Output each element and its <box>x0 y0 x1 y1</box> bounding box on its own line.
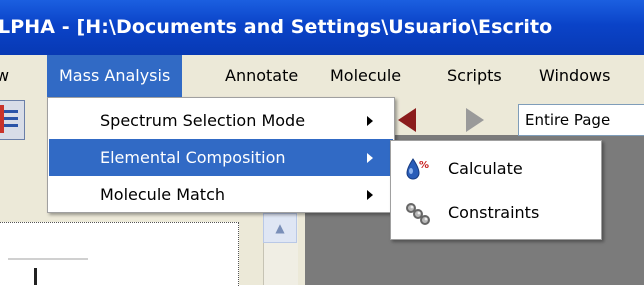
menu-bar: w Mass Analysis Annotate Molecule Script… <box>0 55 644 97</box>
menu-item-label: Elemental Composition <box>100 148 286 167</box>
elemental-composition-submenu: % Calculate Constraints <box>390 140 602 240</box>
menu-mass-analysis[interactable]: Mass Analysis <box>47 55 183 97</box>
submenu-arrow-icon <box>367 190 373 200</box>
menu-item-label: Molecule Match <box>100 185 226 204</box>
submenu-arrow-icon <box>367 153 373 163</box>
menu-view[interactable]: w <box>0 55 9 97</box>
constraints-icon <box>406 203 430 225</box>
menu-molecule[interactable]: Molecule <box>330 55 401 97</box>
mass-analysis-dropdown: Spectrum Selection Mode Elemental Compos… <box>47 97 395 213</box>
submenu-item-constraints[interactable]: Constraints <box>392 192 600 234</box>
submenu-arrow-icon <box>367 116 373 126</box>
undo-icon[interactable] <box>398 108 416 132</box>
menu-item-label: Spectrum Selection Mode <box>100 111 306 130</box>
menu-scripts[interactable]: Scripts <box>447 55 502 97</box>
document-toolbar-icon[interactable] <box>0 100 25 140</box>
menu-item-elemental-composition[interactable]: Elemental Composition <box>49 139 393 176</box>
window-title: LPHA - [H:\Documents and Settings\Usuari… <box>0 16 553 38</box>
menu-annotate[interactable]: Annotate <box>225 55 298 97</box>
spectrum-peak-mark <box>34 268 37 285</box>
submenu-item-label: Calculate <box>448 159 523 178</box>
spectrum-thumbnail-line <box>8 258 88 260</box>
calculate-icon: % <box>406 158 429 180</box>
scroll-up-button[interactable]: ▲ <box>263 213 297 243</box>
submenu-item-calculate[interactable]: % Calculate <box>392 148 600 190</box>
menu-item-spectrum-selection-mode[interactable]: Spectrum Selection Mode <box>49 102 393 139</box>
zoom-select[interactable]: Entire Page <box>518 104 644 136</box>
svg-text:%: % <box>419 160 429 171</box>
menu-item-molecule-match[interactable]: Molecule Match <box>49 176 393 213</box>
title-bar[interactable]: LPHA - [H:\Documents and Settings\Usuari… <box>0 0 644 55</box>
submenu-item-label: Constraints <box>448 203 540 222</box>
redo-icon[interactable] <box>466 108 484 132</box>
menu-windows[interactable]: Windows <box>539 55 610 97</box>
